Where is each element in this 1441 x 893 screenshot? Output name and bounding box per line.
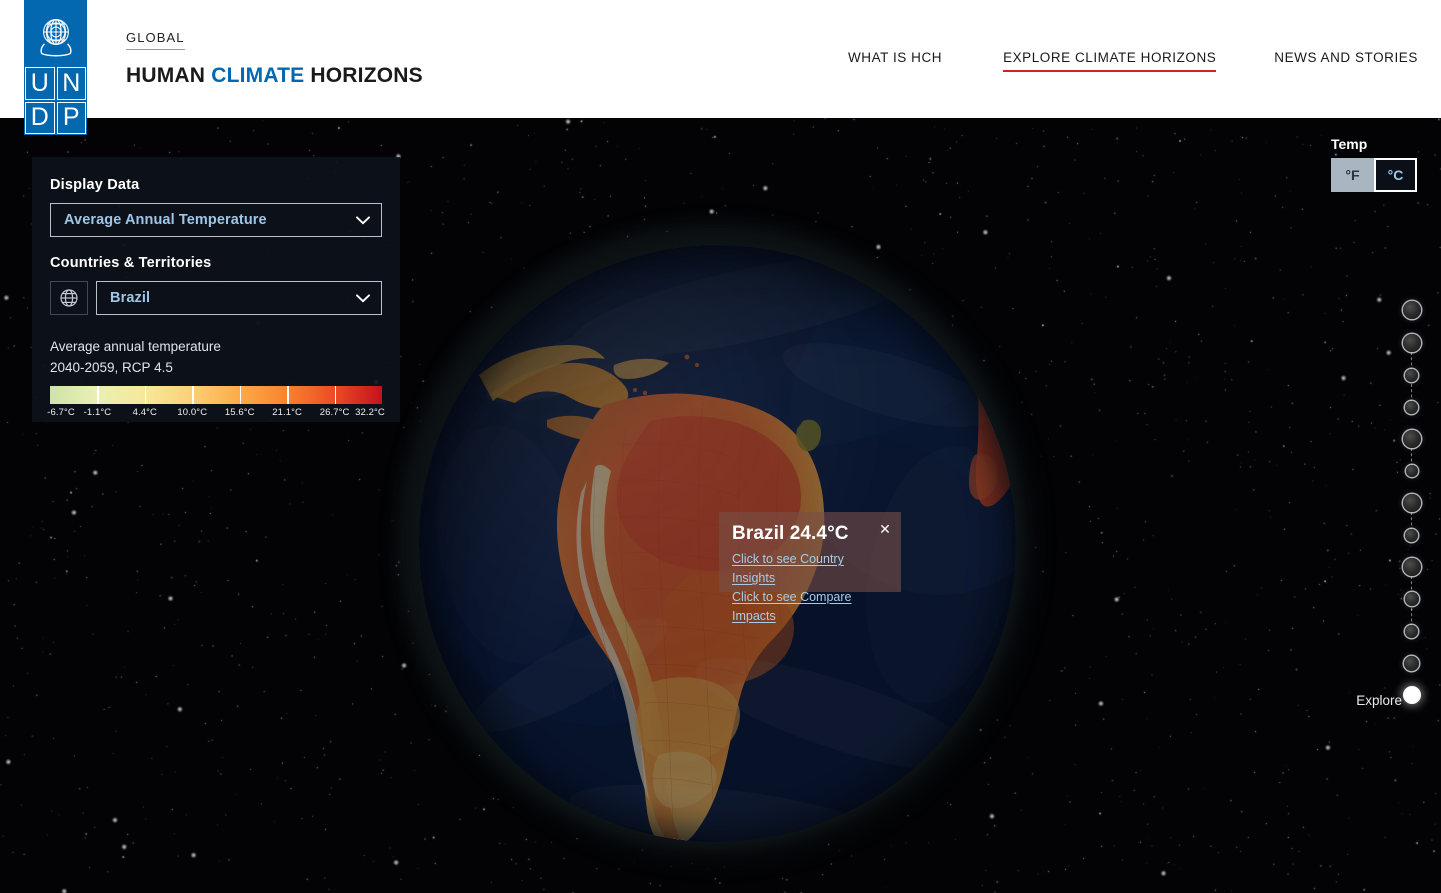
app-root: U N D P GLOBAL HUMAN CLIMATE HORIZONS WH… [0,0,1441,893]
explore-label: Explore [1356,693,1402,708]
legend-tick-marks [50,386,382,404]
globe[interactable] [419,245,1016,842]
country-select[interactable]: Brazil [96,281,382,315]
title-part-2: HORIZONS [304,64,423,87]
slider-stop-1[interactable] [1402,334,1421,352]
legend-tick [334,386,337,404]
slider-stop-9[interactable] [1404,592,1419,606]
temp-toggle: °F °C [1331,158,1417,192]
legend-tick-label: 4.4°C [132,407,158,418]
slider-stop-10[interactable] [1405,624,1418,638]
legend-caption-line-2: 2040-2059, RCP 4.5 [50,359,173,375]
legend-tick-label: 10.0°C [177,407,208,418]
tooltip-title: Brazil 24.4°C [732,523,849,544]
globe-reset-button[interactable] [50,281,88,315]
temp-unit-celsius[interactable]: °C [1374,158,1417,192]
title-accent: CLIMATE [211,64,305,87]
temp-label: Temp [1331,136,1368,152]
title-part-1: HUMAN [126,64,212,87]
brand-block: GLOBAL HUMAN CLIMATE HORIZONS [126,29,423,88]
legend-tick-label: -6.7°C [47,407,75,418]
globe-icon [60,289,78,307]
nav-item-explore-climate-horizons[interactable]: EXPLORE CLIMATE HORIZONS [1003,50,1217,72]
tooltip-links: Click to see Country Insights Click to s… [732,550,888,626]
brand-eyebrow: GLOBAL [126,30,185,50]
display-data-label: Display Data [50,177,140,193]
slider-stop-2[interactable] [1405,368,1418,382]
display-controls-panel: Display Data Average Annual Temperature … [32,157,400,422]
country-row: Brazil [50,281,382,315]
legend-tick [239,386,242,404]
nav-item-news-and-stories[interactable]: NEWS AND STORIES [1274,50,1418,72]
legend-caption-line-1: Average annual temperature [50,339,221,354]
country-value: Brazil [110,290,151,306]
chevron-down-icon [356,293,370,303]
main-nav: WHAT IS HCH EXPLORE CLIMATE HORIZONS NEW… [848,50,1418,72]
display-data-value: Average Annual Temperature [64,212,267,228]
countries-label: Countries & Territories [50,255,212,271]
globe-map [419,245,1016,842]
compare-impacts-link[interactable]: Click to see Compare Impacts [732,588,888,626]
slider-stop-0[interactable] [1402,301,1421,319]
undp-logo[interactable]: U N D P [24,0,87,135]
nav-item-what-is-hch[interactable]: WHAT IS HCH [848,50,942,72]
legend-color-bar [50,386,382,404]
undp-letter-u: U [25,67,55,100]
slider-stop-7[interactable] [1405,528,1418,542]
legend-tick-labels: -6.7°C -1.1°C 4.4°C 10.0°C 15.6°C 21.1°C 26.7°… [47,407,385,423]
slider-stop-11[interactable] [1404,655,1419,671]
legend-tick [97,386,99,404]
legend-tick-label: -1.1°C [83,407,112,418]
undp-letter-n: N [56,67,86,100]
legend-tick [144,386,147,404]
slider-handle-current[interactable] [1402,686,1421,704]
slider-stop-3[interactable] [1405,400,1418,414]
legend-tick-label: 32.2°C [355,407,385,418]
display-data-select[interactable]: Average Annual Temperature [50,203,382,237]
close-icon[interactable]: ✕ [877,521,893,537]
chevron-down-icon [356,215,370,225]
country-insights-link[interactable]: Click to see Country Insights [732,550,888,588]
slider-stop-5[interactable] [1405,465,1418,477]
country-tooltip[interactable]: Brazil 24.4°C ✕ Click to see Country Ins… [719,512,901,623]
legend-tick-label: 26.7°C [319,407,350,418]
slider-stop-8[interactable] [1402,558,1421,576]
legend-tick-label: 21.1°C [272,407,303,418]
temp-unit-fahrenheit[interactable]: °F [1331,158,1374,192]
un-emblem-icon [24,0,87,67]
temperature-unit-control: Temp °F °C [1331,136,1417,192]
legend-tick [192,386,194,404]
legend-tick [287,386,289,404]
legend-tick-label: 15.6°C [224,407,255,418]
timeline-slider[interactable] [1400,300,1424,704]
undp-wordmark: U N D P [24,67,87,135]
undp-letter-p: P [56,101,86,134]
legend: Average annual temperature 2040-2059, RC… [47,337,385,423]
site-header: U N D P GLOBAL HUMAN CLIMATE HORIZONS WH… [0,0,1441,135]
page-title: HUMAN CLIMATE HORIZONS [126,64,423,88]
slider-stop-6[interactable] [1402,494,1421,512]
slider-stop-4[interactable] [1402,430,1421,448]
undp-letter-d: D [25,101,55,134]
